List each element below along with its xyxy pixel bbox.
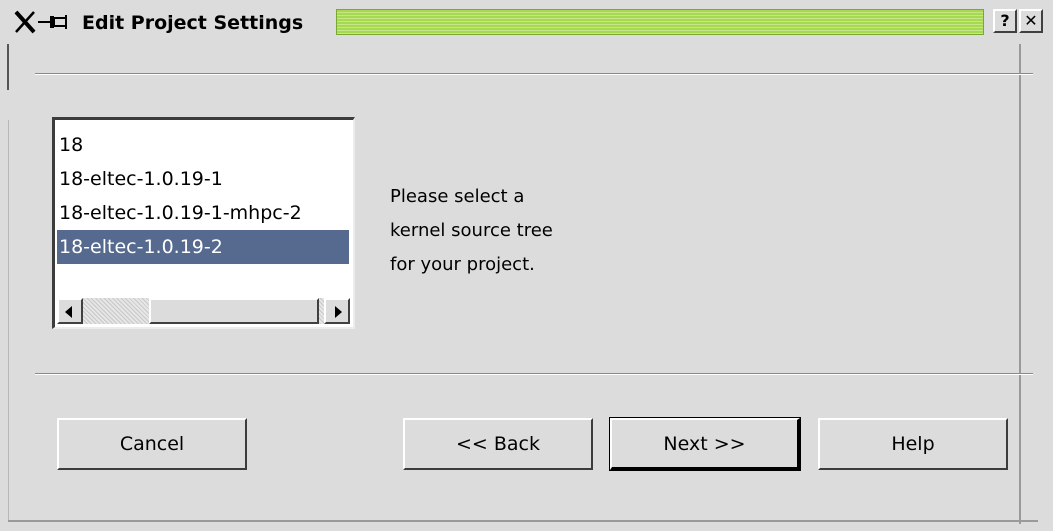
list-item[interactable]: 18 — [57, 128, 83, 162]
instruction-line: for your project. — [390, 254, 535, 275]
arrow-left-icon — [65, 306, 72, 318]
x-logo-icon[interactable] — [14, 10, 36, 34]
frame-bottom — [8, 520, 1038, 522]
help-title-button[interactable]: ? — [993, 9, 1017, 33]
kernel-source-listbox[interactable]: 18 18-eltec-1.0.19-1 18-eltec-1.0.19-1-m… — [52, 117, 355, 329]
close-icon: ✕ — [1024, 11, 1038, 30]
list-item[interactable]: 18-eltec-1.0.19-1 — [57, 162, 223, 196]
cancel-button[interactable]: Cancel — [57, 418, 247, 470]
resize-edge — [7, 44, 9, 90]
frame-left — [8, 120, 9, 520]
edit-project-settings-dialog: Edit Project Settings ? ✕ 18 18-eltec-1.… — [0, 0, 1053, 531]
pin-icon[interactable] — [36, 10, 76, 34]
scrollbar-thumb[interactable] — [149, 298, 319, 324]
list-item-selected[interactable]: 18-eltec-1.0.19-2 — [57, 230, 349, 264]
bottom-separator — [35, 373, 1033, 375]
back-button[interactable]: << Back — [403, 418, 593, 470]
title-bar-fill — [336, 9, 984, 35]
instruction-text: Please select a kernel source tree for y… — [390, 180, 553, 282]
instruction-line: kernel source tree — [390, 220, 553, 241]
scroll-left-button[interactable] — [57, 298, 83, 324]
title-icons — [14, 10, 76, 34]
scroll-right-button[interactable] — [324, 298, 350, 324]
help-button[interactable]: Help — [818, 418, 1008, 470]
list-item[interactable]: 18-eltec-1.0.19-1-mhpc-2 — [57, 196, 302, 230]
close-button[interactable]: ✕ — [1019, 9, 1043, 33]
top-separator — [35, 73, 1033, 75]
next-button[interactable]: Next >> — [609, 417, 801, 471]
window-title: Edit Project Settings — [82, 12, 304, 34]
frame-right — [1019, 44, 1021, 524]
instruction-line: Please select a — [390, 186, 525, 207]
title-bar[interactable]: Edit Project Settings ? ✕ — [0, 0, 1053, 44]
arrow-right-icon — [335, 306, 342, 318]
horizontal-scrollbar[interactable] — [57, 298, 350, 324]
